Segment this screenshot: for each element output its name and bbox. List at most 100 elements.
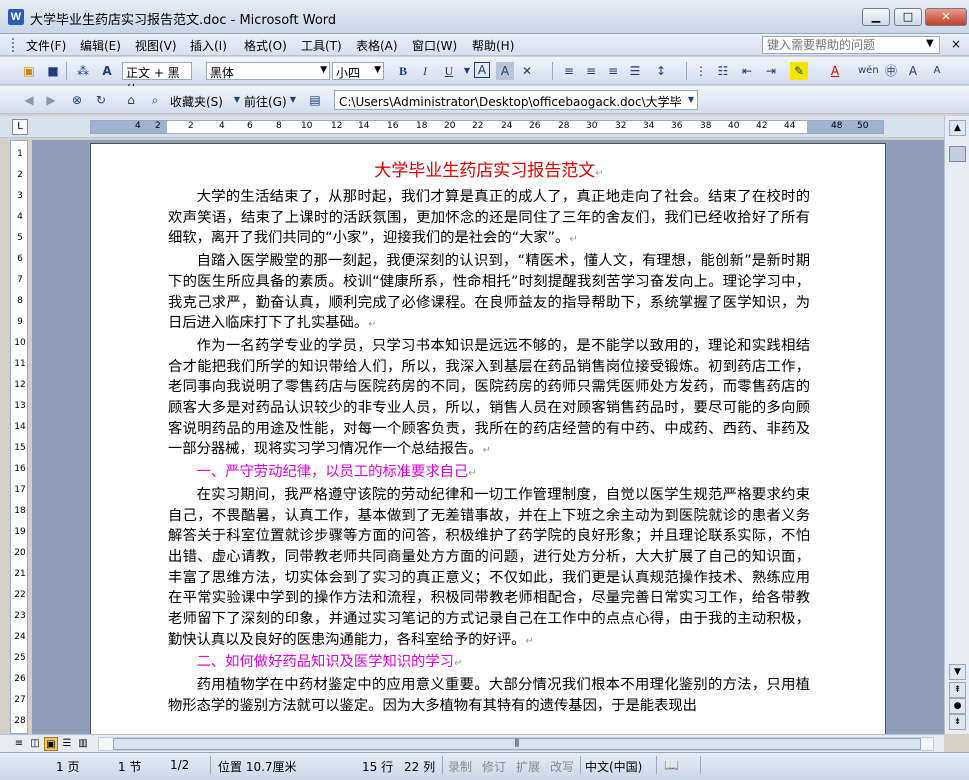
font-combo[interactable]: 黑体 ▼: [206, 62, 330, 80]
font-size-combo[interactable]: 小四 ▼: [332, 62, 384, 80]
align-right-icon[interactable]: ≡: [604, 62, 622, 80]
align-left-icon[interactable]: ≡: [560, 62, 578, 80]
section-heading-1[interactable]: 一、严守劳动纪律，以员工的标准要求自己↵: [168, 462, 810, 485]
document-page[interactable]: 大学毕业生药店实习报告范文↵ 大学的生活结束了，从那时起，我们才算是真正的成人了…: [90, 143, 886, 735]
status-overtype[interactable]: 改写: [550, 758, 574, 775]
justify-icon[interactable]: ☰: [626, 62, 644, 80]
print-layout-icon[interactable]: ▣: [44, 737, 58, 751]
stop-icon[interactable]: ⊗: [68, 91, 86, 109]
styles-formatting-icon[interactable]: A: [98, 62, 116, 80]
menu-tools[interactable]: 工具(T): [301, 37, 342, 54]
reading-layout-icon[interactable]: ▥: [76, 737, 90, 751]
section-heading-2[interactable]: 二、如何做好药品知识及医学知识的学习↵: [168, 652, 810, 675]
close-window-button[interactable]: ✕: [925, 8, 967, 26]
vruler-tick: 10: [14, 338, 26, 348]
scroll-up-icon[interactable]: ▲: [949, 120, 966, 136]
shrink-font-button[interactable]: A: [928, 62, 946, 80]
show-only-web-toolbar-icon[interactable]: ▤: [306, 91, 324, 109]
maximize-button[interactable]: □: [894, 8, 922, 26]
menubar-grip[interactable]: [12, 38, 15, 52]
outline-view-icon[interactable]: ☰: [60, 737, 74, 751]
menu-table[interactable]: 表格(A): [356, 37, 398, 54]
bold-button[interactable]: B: [394, 62, 412, 80]
previous-page-icon[interactable]: ⇞: [949, 682, 966, 698]
favorites-menu[interactable]: 收藏夹(S): [170, 93, 223, 110]
phonetic-guide-icon[interactable]: wén: [858, 62, 879, 80]
go-menu[interactable]: 前往(G): [244, 93, 287, 110]
grow-font-button[interactable]: A: [904, 62, 922, 80]
highlight-icon[interactable]: ✎: [790, 62, 808, 80]
horizontal-ruler[interactable]: 4 2 2 4 6 8 10 12 14 16 18 20 22 24 26 2…: [90, 120, 884, 134]
save-icon[interactable]: ■: [44, 62, 62, 80]
menu-help[interactable]: 帮助(H): [472, 37, 514, 54]
vruler-tick: 17: [14, 485, 26, 495]
underline-button[interactable]: U: [440, 62, 458, 80]
normal-view-icon[interactable]: ≡: [12, 737, 26, 751]
status-extend[interactable]: 扩展: [516, 758, 540, 775]
close-document-button[interactable]: ×: [951, 37, 961, 51]
status-record[interactable]: 录制: [448, 758, 472, 775]
align-center-icon[interactable]: ≡: [582, 62, 600, 80]
decrease-indent-icon[interactable]: ⇤: [738, 62, 756, 80]
menu-window[interactable]: 窗口(W): [412, 37, 457, 54]
line-spacing-icon[interactable]: ↕: [652, 62, 670, 80]
menu-format[interactable]: 格式(O): [244, 37, 287, 54]
numbering-icon[interactable]: ⋮: [692, 62, 710, 80]
spelling-check-icon[interactable]: 📖: [664, 758, 679, 772]
tab-stop-selector[interactable]: L: [12, 119, 28, 135]
font-color-button[interactable]: A: [826, 62, 844, 80]
paragraph-5[interactable]: 药用植物学在中药材鉴定中的应用意义重要。大部分情况我们根本不用理化鉴别的方法，只…: [168, 675, 810, 716]
document-title[interactable]: 大学毕业生药店实习报告范文↵: [168, 158, 810, 187]
home-icon[interactable]: ⌂: [122, 91, 140, 109]
refresh-icon[interactable]: ↻: [92, 91, 110, 109]
go-dropdown-icon[interactable]: ▼: [284, 91, 302, 109]
ruler-tick: 50: [857, 121, 869, 131]
increase-indent-icon[interactable]: ⇥: [762, 62, 780, 80]
character-shading-button[interactable]: A: [496, 62, 514, 80]
status-position: 位置 10.7厘米: [218, 760, 297, 774]
forward-icon[interactable]: ▶: [42, 91, 60, 109]
select-browse-object-icon[interactable]: ●: [949, 698, 966, 714]
menu-edit[interactable]: 编辑(E): [80, 37, 121, 54]
help-question-input[interactable]: [762, 36, 940, 54]
character-scaling-icon[interactable]: ✕: [518, 62, 536, 80]
paragraph-2[interactable]: 自踏入医学殿堂的那一刻起，我便深刻的认识到，“精医术，懂人文，有理想，能创新”是…: [168, 251, 810, 336]
document-body[interactable]: 大学毕业生药店实习报告范文↵ 大学的生活结束了，从那时起，我们才算是真正的成人了…: [168, 158, 810, 717]
vertical-scrollbar[interactable]: ▲ ▼ ⇞ ● ⇟: [944, 116, 969, 734]
vertical-scroll-thumb[interactable]: [949, 146, 966, 162]
style-combo[interactable]: 正文 + 黑体: [122, 62, 192, 97]
menu-insert[interactable]: 插入(I): [190, 37, 227, 54]
address-dropdown-icon[interactable]: ▼: [682, 91, 700, 109]
bullets-icon[interactable]: ☷: [714, 62, 732, 80]
horizontal-scrollbar[interactable]: ≡ ◫ ▣ ☰ ▥ ⫼: [0, 734, 944, 752]
next-page-icon[interactable]: ⇟: [949, 714, 966, 730]
scroll-down-icon[interactable]: ▼: [949, 664, 966, 680]
status-track-changes[interactable]: 修订: [482, 758, 506, 775]
italic-button[interactable]: I: [416, 62, 434, 80]
horizontal-scroll-track[interactable]: ⫼: [98, 737, 934, 751]
vruler-tick: 21: [14, 569, 26, 579]
status-language[interactable]: 中文(中国): [585, 758, 642, 775]
paragraph-3[interactable]: 作为一名药学专业的学员，只学习书本知识是远远不够的，是不能学以致用的，理论和实践…: [168, 336, 810, 462]
minimize-button[interactable]: ▁: [862, 8, 890, 26]
styles-pane-icon[interactable]: ⁂: [74, 62, 92, 80]
horizontal-scroll-thumb[interactable]: ⫼: [113, 738, 921, 750]
font-size-dropdown-icon[interactable]: ▼: [374, 65, 381, 75]
menu-view[interactable]: 视图(V): [135, 37, 177, 54]
enclose-characters-icon[interactable]: ㊥: [882, 62, 900, 80]
font-dropdown-icon[interactable]: ▼: [320, 65, 327, 75]
search-web-icon[interactable]: ⌕: [146, 91, 164, 109]
character-border-button[interactable]: A: [474, 62, 490, 78]
help-dropdown-icon[interactable]: ▼: [926, 38, 934, 49]
web-layout-icon[interactable]: ◫: [28, 737, 42, 751]
word-app-icon[interactable]: W: [8, 9, 24, 25]
back-icon[interactable]: ◀: [20, 91, 38, 109]
paragraph-1[interactable]: 大学的生活结束了，从那时起，我们才算是真正的成人了，真正地走向了社会。结束了在校…: [168, 187, 810, 251]
vruler-tick: 4: [17, 212, 23, 222]
menu-file[interactable]: 文件(F): [26, 37, 66, 54]
address-value: C:\Users\Administrator\Desktop\officebao…: [339, 95, 682, 109]
paragraph-4[interactable]: 在实习期间，我严格遵守该院的劳动纪律和一切工作管理制度，自觉以医学生规范严格要求…: [168, 485, 810, 653]
address-field[interactable]: C:\Users\Administrator\Desktop\officebao…: [334, 90, 698, 110]
open-folder-icon[interactable]: ▣: [20, 62, 38, 80]
vertical-ruler[interactable]: 1 2 3 4 5 6 7 8 9 10 11 12 13 14 15 16 1…: [10, 140, 28, 734]
